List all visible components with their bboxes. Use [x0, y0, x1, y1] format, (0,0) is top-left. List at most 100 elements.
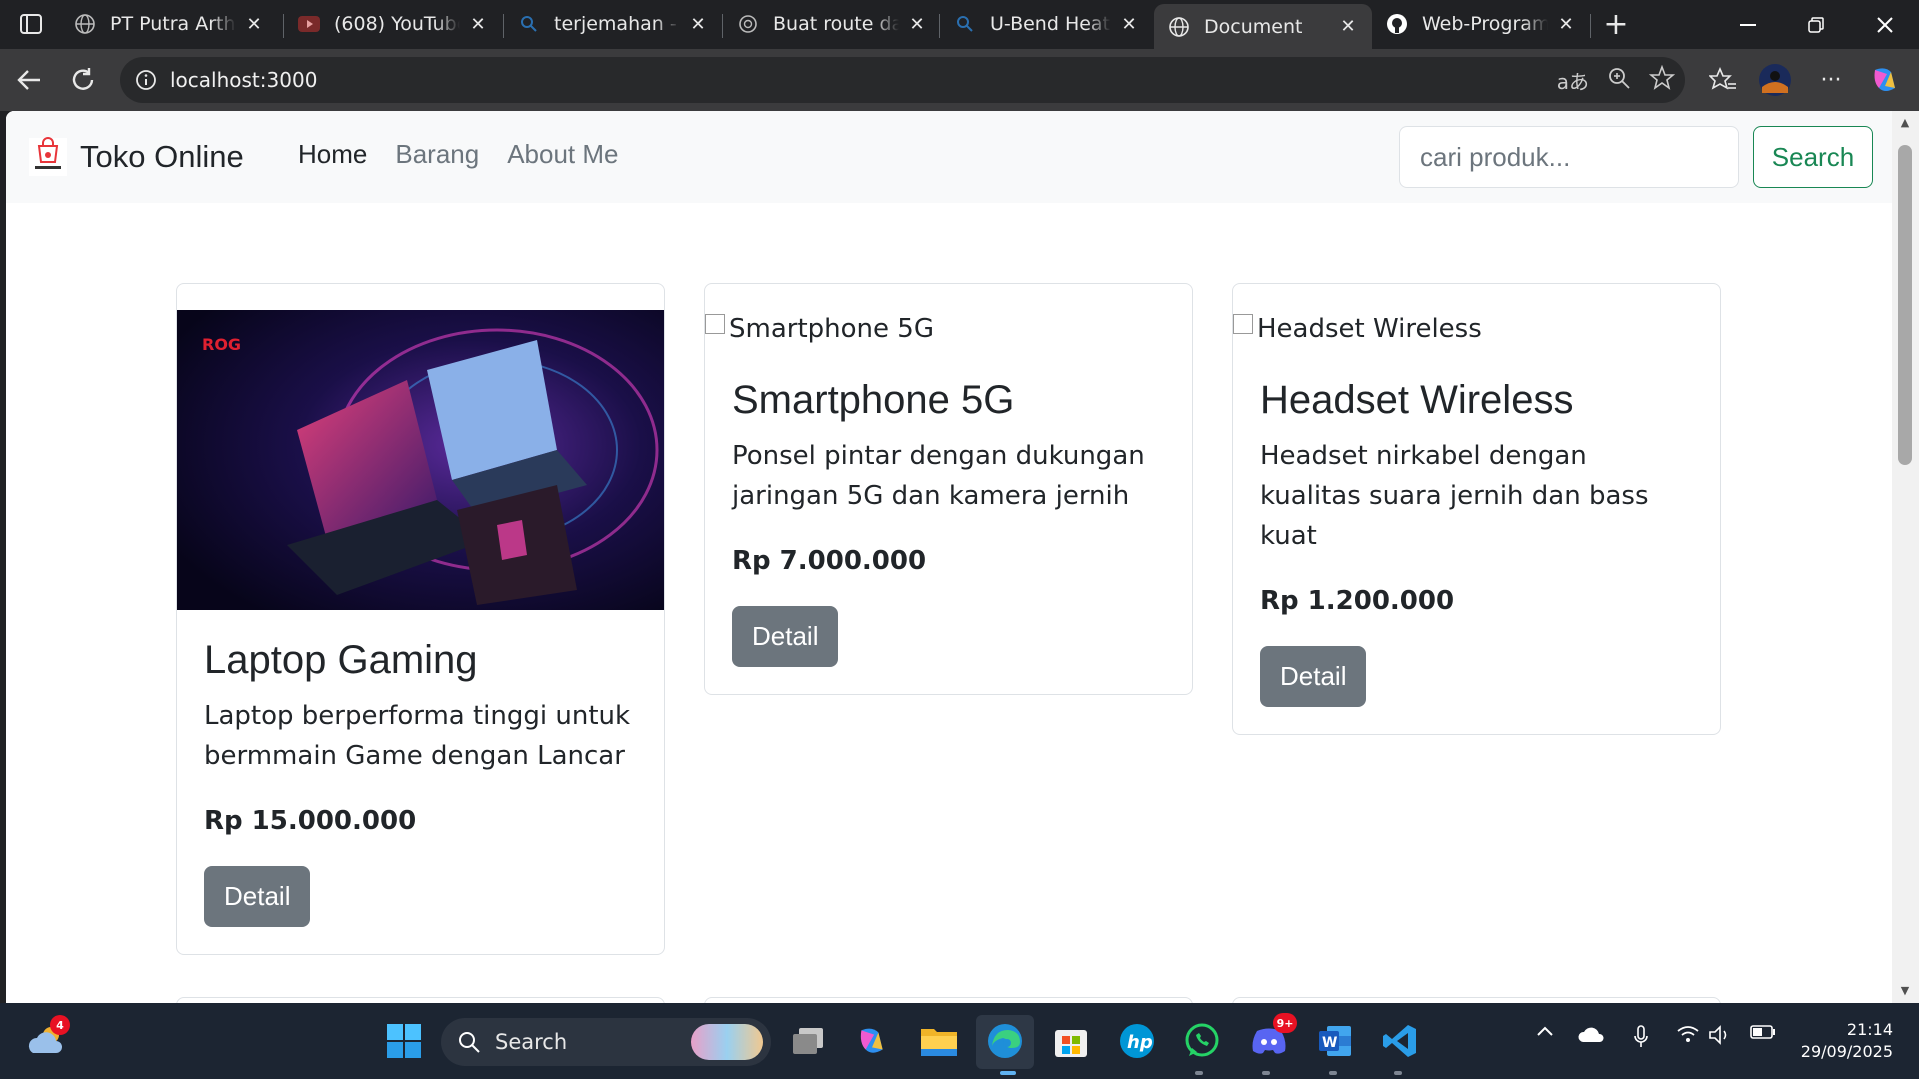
broken-image-icon [1233, 314, 1253, 334]
search-button[interactable]: Search [1753, 126, 1873, 188]
product-description: Headset nirkabel dengan kualitas suara j… [1260, 441, 1649, 551]
detail-button[interactable]: Detail [732, 606, 839, 667]
more-options-icon[interactable]: ··· [1814, 63, 1848, 97]
product-search-input[interactable] [1399, 126, 1739, 188]
close-window-button[interactable] [1850, 0, 1919, 49]
close-icon[interactable]: ✕ [1117, 12, 1141, 36]
close-icon[interactable]: ✕ [905, 12, 929, 36]
scrollbar-thumb[interactable] [1898, 145, 1912, 465]
system-clock[interactable]: 21:14 29/09/2025 [1801, 1019, 1893, 1063]
address-bar[interactable]: localhost:3000 aあ [120, 57, 1685, 103]
reload-button[interactable] [64, 61, 102, 99]
discord-icon[interactable]: 9+ [1245, 1013, 1297, 1065]
youtube-icon [298, 13, 320, 35]
tab-title: Web-Programm [1422, 13, 1548, 35]
detail-button[interactable]: Detail [204, 866, 311, 927]
copilot-icon[interactable] [1868, 63, 1902, 97]
url-text: localhost:3000 [170, 68, 318, 92]
back-button[interactable] [10, 61, 48, 99]
broken-image-icon [705, 314, 725, 334]
battery-icon[interactable] [1748, 1025, 1778, 1039]
volume-icon[interactable] [1706, 1025, 1734, 1045]
tab-actions-icon[interactable] [14, 9, 48, 39]
tab-title: PT Putra Artha M [110, 13, 236, 35]
app-running-indicator [1195, 1071, 1203, 1075]
restore-button[interactable] [1781, 0, 1851, 49]
read-aloud-icon[interactable]: aあ [1557, 66, 1589, 95]
product-title: Headset Wireless [1260, 378, 1574, 422]
scroll-up-icon[interactable]: ▲ [1898, 115, 1912, 129]
nav-link-home[interactable]: Home [298, 139, 367, 170]
app-running-indicator [1329, 1071, 1337, 1075]
card-body: Headset Wireless Headset nirkabel dengan… [1233, 376, 1720, 734]
image-alt-text: Smartphone 5G [729, 314, 934, 344]
profile-avatar[interactable] [1758, 63, 1792, 97]
detail-button[interactable]: Detail [1260, 646, 1367, 707]
copilot-app-icon[interactable] [848, 1017, 896, 1065]
app-running-indicator [1262, 1071, 1270, 1075]
favorites-icon[interactable] [1706, 63, 1740, 97]
taskbar-search[interactable]: Search [441, 1018, 771, 1066]
microphone-icon[interactable] [1626, 1025, 1656, 1049]
new-tab-button[interactable]: + [1598, 7, 1634, 42]
scroll-down-icon[interactable]: ▼ [1898, 983, 1912, 997]
card-body: Smartphone 5G Ponsel pintar dengan dukun… [705, 376, 1192, 694]
word-icon[interactable]: W [1311, 1017, 1359, 1065]
page-scrollbar[interactable]: ▲ ▼ [1892, 111, 1919, 1003]
show-hidden-icons[interactable] [1530, 1025, 1560, 1037]
browser-tab-4[interactable]: Buat route dan ✕ [723, 4, 941, 44]
wifi-icon[interactable] [1674, 1025, 1702, 1043]
close-icon[interactable]: ✕ [466, 12, 490, 36]
clock-time: 21:14 [1846, 1020, 1893, 1039]
product-card-smartphone-5g: Smartphone 5G Smartphone 5G Ponsel pinta… [704, 283, 1193, 695]
task-view-icon[interactable] [784, 1017, 832, 1065]
file-explorer-icon[interactable] [915, 1017, 963, 1065]
browser-tab-active[interactable]: Document ✕ [1154, 4, 1372, 49]
onedrive-icon[interactable] [1576, 1025, 1608, 1043]
svg-text:W: W [1322, 1035, 1337, 1051]
browser-tab-1[interactable]: PT Putra Artha M ✕ [60, 4, 278, 44]
close-icon[interactable]: ✕ [686, 12, 710, 36]
tab-title: Buat route dan [773, 13, 899, 35]
product-card-headset-wireless: Headset Wireless Headset Wireless Headse… [1232, 283, 1721, 735]
weather-icon[interactable]: 4 [24, 1015, 72, 1065]
tab-title: Document [1204, 15, 1303, 38]
browser-tab-5[interactable]: U-Bend Heat Ex ✕ [940, 4, 1153, 44]
close-icon[interactable]: ✕ [1336, 15, 1360, 39]
zoom-icon[interactable] [1607, 66, 1631, 94]
browser-tab-strip: PT Putra Artha M ✕ (608) YouTube ✕ terje… [0, 0, 1919, 49]
close-icon[interactable]: ✕ [242, 12, 266, 36]
search-highlight-image [691, 1024, 763, 1060]
edge-browser-icon[interactable] [981, 1017, 1029, 1065]
whatsapp-icon[interactable] [1178, 1017, 1226, 1065]
product-description: Ponsel pintar dengan dukungan jaringan 5… [732, 441, 1145, 511]
nav-link-about-me[interactable]: About Me [507, 139, 618, 170]
product-image-laptop: ROG [177, 310, 664, 610]
nav-link-barang[interactable]: Barang [395, 139, 479, 170]
tab-title: U-Bend Heat Ex [990, 13, 1111, 35]
browser-tab-7[interactable]: Web-Programm ✕ [1372, 4, 1590, 44]
tab-title: (608) YouTube [334, 13, 460, 35]
svg-text:ROG: ROG [202, 335, 241, 354]
vscode-icon[interactable] [1376, 1017, 1424, 1065]
windows-taskbar: 4 Search hp 9+ W 21:14 29/09/2025 [0, 1003, 1919, 1079]
site-info-icon[interactable] [134, 68, 158, 92]
tab-divider [1590, 14, 1591, 38]
browser-tab-3[interactable]: terjemahan - Se ✕ [504, 4, 722, 44]
start-button[interactable] [380, 1017, 428, 1065]
clock-date: 29/09/2025 [1800, 1042, 1893, 1061]
site-navbar: Toko Online Home Barang About Me Search [6, 111, 1892, 203]
image-alt-text: Headset Wireless [1257, 314, 1482, 344]
hp-app-icon[interactable]: hp [1113, 1017, 1161, 1065]
favorite-star-icon[interactable] [1648, 64, 1676, 95]
app-running-indicator [1394, 1071, 1402, 1075]
product-card-laptop-gaming: ROG Laptop Gaming Laptop berperforma tin… [176, 283, 665, 955]
brand-link[interactable]: Toko Online [26, 135, 244, 179]
weather-badge: 4 [50, 1015, 70, 1035]
brand-name: Toko Online [80, 139, 244, 174]
search-icon [518, 13, 540, 35]
close-icon[interactable]: ✕ [1554, 12, 1578, 36]
browser-tab-2[interactable]: (608) YouTube ✕ [284, 4, 502, 44]
microsoft-store-icon[interactable] [1047, 1017, 1095, 1065]
minimize-button[interactable] [1713, 0, 1783, 49]
